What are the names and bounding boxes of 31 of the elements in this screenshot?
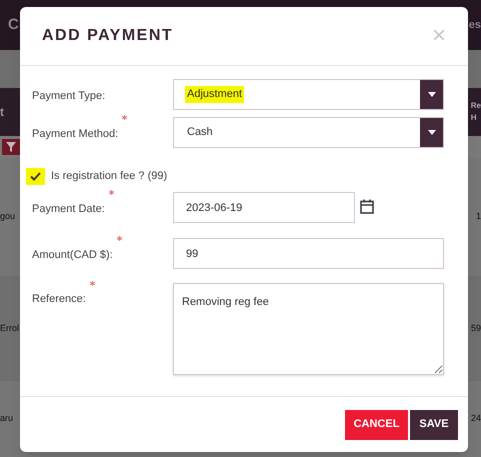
dropdown-icon[interactable] — [420, 80, 443, 109]
table-cell-text: 59 — [470, 322, 481, 335]
table-cell-text: 24 — [470, 412, 481, 426]
field-label: Payment Type: — [32, 89, 106, 104]
checkbox[interactable] — [26, 168, 45, 185]
table-cell-text: Errol — [0, 322, 20, 335]
field-label: Payment Date: — [32, 202, 105, 217]
calendar-icon[interactable] — [360, 199, 374, 214]
nav-text: C — [8, 14, 19, 35]
amount-field[interactable]: 99 — [173, 238, 444, 269]
save-button[interactable]: SAVE — [410, 410, 458, 440]
column-header: t — [0, 104, 4, 121]
cancel-button[interactable]: CANCEL — [345, 410, 408, 440]
field-label: Reference: — [32, 292, 86, 307]
table-cell-text: gou — [0, 210, 16, 224]
column-header: H — [470, 112, 478, 124]
field-label: Payment Method: — [32, 127, 118, 142]
table-cell-text: 1 — [476, 210, 481, 224]
field-label: Amount(CAD $): — [32, 248, 113, 263]
dropdown-icon[interactable] — [420, 118, 443, 147]
checkbox-label: Is registration fee ? (99) — [51, 169, 168, 184]
column-header: Re — [470, 100, 481, 112]
table-cell-text: aru — [0, 412, 14, 426]
select-field[interactable]: Cash — [173, 117, 444, 148]
check-icon — [30, 172, 41, 181]
nav-text: es — [468, 18, 481, 33]
reference-field[interactable]: Removing reg fee — [173, 283, 444, 375]
date-field[interactable]: 2023-06-19 — [173, 192, 355, 223]
dialog-title: ADD PAYMENT — [42, 26, 174, 46]
select-field[interactable]: Adjustment — [173, 79, 444, 110]
filter-icon[interactable] — [2, 139, 20, 155]
